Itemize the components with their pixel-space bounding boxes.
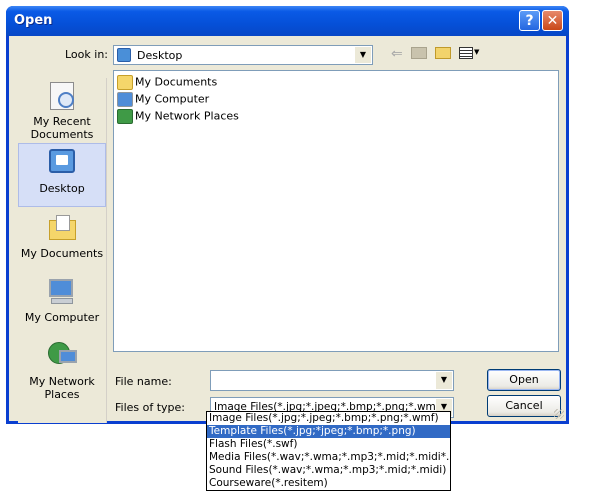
look-in-combo[interactable]: Desktop — [113, 45, 373, 65]
look-in-dropdown-icon[interactable] — [354, 47, 371, 63]
title-bar[interactable]: Open ? ✕ — [6, 6, 569, 36]
my-documents-icon — [46, 212, 78, 244]
list-item[interactable]: My Network Places — [117, 109, 239, 125]
place-label: My Documents — [20, 247, 104, 260]
up-folder-icon[interactable] — [411, 47, 427, 59]
file-type-option[interactable]: Sound Files(*.wav;*.wma;*.mp3;*.mid;*.mi… — [207, 464, 450, 477]
my-documents-icon — [117, 75, 133, 90]
places-bar: My Recent Documents Desktop My Documents — [18, 78, 107, 423]
file-type-option[interactable]: Flash Files(*.swf) — [207, 438, 450, 451]
help-button[interactable]: ? — [519, 10, 540, 31]
file-type-option[interactable]: Media Files(*.wav;*.wma;*.mp3;*.mid;*.mi… — [207, 451, 450, 464]
recent-documents-icon — [46, 80, 78, 112]
look-in-value: Desktop — [137, 49, 183, 62]
back-arrow-icon[interactable]: ⇐ — [391, 46, 403, 62]
resize-grip[interactable] — [554, 409, 564, 419]
look-in-label: Look in: — [65, 48, 108, 61]
place-my-documents[interactable]: My Documents — [18, 212, 106, 274]
new-folder-icon[interactable] — [435, 47, 451, 59]
close-button[interactable]: ✕ — [542, 10, 563, 31]
window-title: Open — [14, 13, 53, 28]
open-dialog-window: Open ? ✕ Look in: Desktop ⇐ ▼ My Recent … — [6, 6, 569, 424]
views-dropdown-icon[interactable]: ▼ — [474, 48, 479, 56]
dialog-body: Look in: Desktop ⇐ ▼ My Recent Documents — [9, 36, 566, 423]
my-computer-icon — [117, 92, 133, 107]
place-label: My Computer — [24, 311, 100, 324]
file-list-view[interactable]: My Documents My Computer My Network Plac… — [113, 70, 559, 352]
network-places-icon — [117, 109, 133, 124]
desktop-small-icon — [117, 48, 131, 62]
file-type-option[interactable]: Courseware(*.resitem) — [207, 477, 450, 490]
file-type-option[interactable]: Image Files(*.jpg;*.jpeg;*.bmp;*.png;*.w… — [207, 412, 450, 425]
file-name-label: File name: — [115, 375, 172, 388]
place-my-computer[interactable]: My Computer — [18, 276, 106, 338]
file-type-option-selected[interactable]: Template Files(*.jpg;*jpeg;*.bmp;*.png) — [207, 425, 450, 438]
place-label: Desktop — [39, 182, 85, 195]
files-of-type-label: Files of type: — [115, 401, 186, 414]
files-of-type-dropdown-list[interactable]: Image Files(*.jpg;*.jpeg;*.bmp;*.png;*.w… — [206, 411, 451, 491]
file-name-dropdown-icon[interactable] — [435, 372, 452, 389]
place-recent-documents[interactable]: My Recent Documents — [18, 80, 106, 142]
place-network-places[interactable]: My Network Places — [18, 340, 106, 410]
views-menu-icon[interactable] — [459, 47, 473, 59]
my-computer-icon — [46, 276, 78, 308]
open-button[interactable]: Open — [487, 369, 561, 391]
place-label: My Network Places — [29, 375, 95, 401]
list-item[interactable]: My Computer — [117, 92, 209, 108]
file-name-input[interactable] — [210, 370, 454, 391]
desktop-icon — [46, 147, 78, 179]
place-label: My Recent Documents — [30, 115, 94, 141]
network-places-icon — [46, 340, 78, 372]
cancel-button[interactable]: Cancel — [487, 395, 561, 417]
list-item[interactable]: My Documents — [117, 75, 217, 91]
place-desktop[interactable]: Desktop — [18, 143, 106, 207]
